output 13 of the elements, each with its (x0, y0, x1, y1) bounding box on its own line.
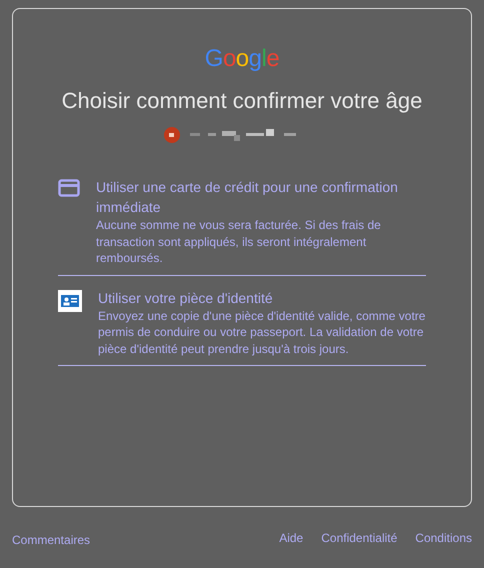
footer-link[interactable]: Commentaires (12, 533, 90, 547)
option-description: Envoyez une copie d'une pièce d'identité valide, comme votre permis de conduire ou votre passeport. La validation de votre pièce d'identité peut prendre jusqu'à trois jours. (98, 308, 426, 357)
footer-link[interactable]: Confidentialité (321, 531, 398, 549)
page-title: Choisir comment confirmer votre âge (62, 87, 422, 115)
option-title: Utiliser une carte de crédit pour une confirmation immédiate (96, 178, 399, 217)
option-description: Aucune somme ne vous sera facturée. Si des frais de transaction sont appliqués, ils seront intégralement remboursés. (96, 217, 382, 266)
footer-link[interactable]: Conditions (415, 531, 472, 549)
verification-option[interactable]: Utiliser une carte de crédit pour une confirmation immédiate Aucune somme ne vous sera facturée. Si des frais de transaction sont appliqués, ils seront intégralement remboursés. (58, 173, 426, 276)
footer-link[interactable]: Aide (279, 531, 304, 549)
id-card-icon (58, 290, 82, 312)
option-title: Utiliser votre pièce d'identité (98, 288, 274, 308)
google-logo: Google (204, 45, 280, 73)
credit-card-icon (58, 179, 80, 197)
